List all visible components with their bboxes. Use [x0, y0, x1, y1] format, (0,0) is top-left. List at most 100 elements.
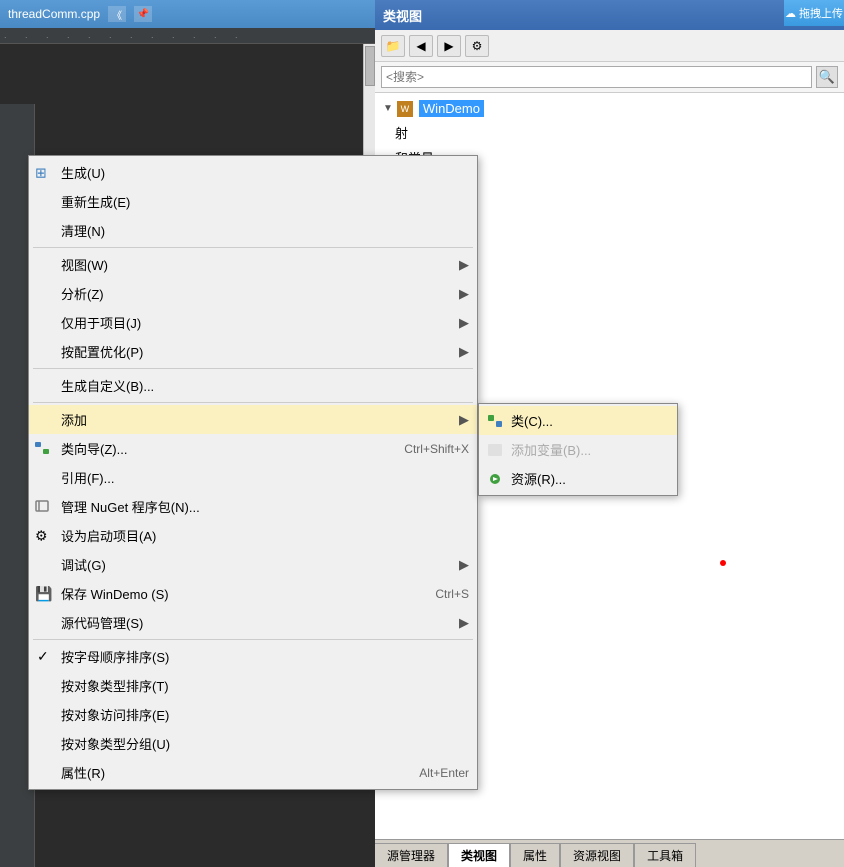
- tab-source-manager[interactable]: 源管理器: [374, 843, 448, 867]
- folder-icon: 📁: [386, 39, 401, 53]
- menu-set-startup-label: 设为启动项目(A): [61, 526, 469, 545]
- submenu-add-variable[interactable]: 添加变量(B)...: [479, 435, 677, 464]
- menu-item-analyze[interactable]: 分析(Z) ▶: [29, 279, 477, 308]
- separator-2: [33, 368, 473, 369]
- menu-item-clean[interactable]: 清理(N): [29, 216, 477, 245]
- tab-properties[interactable]: 属性: [510, 843, 560, 867]
- arrow-icon-add: ▶: [459, 412, 469, 428]
- arrow-icon-source-control: ▶: [459, 615, 469, 631]
- toolbar-settings[interactable]: ⚙: [465, 35, 489, 57]
- gear-icon: ⚙: [472, 39, 483, 53]
- cloud-upload-btn[interactable]: ☁ 拖拽上传: [784, 0, 844, 26]
- tree-item-label-0: 射: [395, 123, 408, 142]
- tab-class-view[interactable]: 类视图: [448, 843, 510, 867]
- tree-root-label[interactable]: WinDemo: [419, 100, 484, 117]
- menu-item-sort-type[interactable]: 按对象类型排序(T): [29, 671, 477, 700]
- menu-properties-shortcut: Alt+Enter: [419, 766, 469, 780]
- arrow-left-icon: ◀: [416, 39, 425, 53]
- submenu-add-resource[interactable]: 资源(R)...: [479, 464, 677, 493]
- menu-sort-type-label: 按对象类型排序(T): [61, 676, 469, 695]
- arrow-icon-project-only: ▶: [459, 315, 469, 331]
- search-bar: 🔍: [375, 62, 844, 93]
- menu-item-class-wizard[interactable]: 类向导(Z)... Ctrl+Shift+X: [29, 434, 477, 463]
- cloud-btn-label: 拖拽上传: [799, 5, 843, 21]
- menu-class-wizard-label: 类向导(Z)...: [61, 439, 384, 458]
- back-btn[interactable]: 📁: [381, 35, 405, 57]
- submenu-add-variable-label: 添加变量(B)...: [511, 440, 591, 459]
- separator-1: [33, 247, 473, 248]
- menu-item-save[interactable]: 💾 保存 WinDemo (S) Ctrl+S: [29, 579, 477, 608]
- menu-item-set-startup[interactable]: ⚙ 设为启动项目(A): [29, 521, 477, 550]
- menu-add-label: 添加: [61, 410, 451, 429]
- tab-resource-view-label: 资源视图: [573, 847, 621, 864]
- menu-item-sort-alpha[interactable]: ✓ 按字母顺序排序(S): [29, 642, 477, 671]
- save-icon: 💾: [35, 585, 52, 602]
- menu-profile-label: 按配置优化(P): [61, 342, 451, 361]
- bottom-tabs: 源管理器 类视图 属性 资源视图 工具箱: [374, 839, 844, 867]
- menu-debug-label: 调试(G): [61, 555, 451, 574]
- menu-source-control-label: 源代码管理(S): [61, 613, 451, 632]
- menu-class-wizard-shortcut: Ctrl+Shift+X: [404, 442, 469, 456]
- menu-item-rebuild[interactable]: 重新生成(E): [29, 187, 477, 216]
- menu-item-sort-access[interactable]: 按对象访问排序(E): [29, 700, 477, 729]
- tab-toolbox-label: 工具箱: [647, 847, 683, 864]
- arrow-icon-profile: ▶: [459, 344, 469, 360]
- menu-sort-alpha-label: 按字母顺序排序(S): [61, 647, 469, 666]
- arrow-icon-analyze: ▶: [459, 286, 469, 302]
- menu-item-nuget[interactable]: 管理 NuGet 程序包(N)...: [29, 492, 477, 521]
- class-wizard-icon: [35, 441, 49, 457]
- tab-resource-view[interactable]: 资源视图: [560, 843, 634, 867]
- editor-back-btn[interactable]: 《: [108, 6, 126, 22]
- menu-item-reference[interactable]: 引用(F)...: [29, 463, 477, 492]
- menu-sort-access-label: 按对象访问排序(E): [61, 705, 469, 724]
- menu-group-type-label: 按对象类型分组(U): [61, 734, 469, 753]
- resource-icon: [485, 471, 505, 487]
- arrow-icon-debug: ▶: [459, 557, 469, 573]
- menu-analyze-label: 分析(Z): [61, 284, 451, 303]
- menu-view-label: 视图(W): [61, 255, 451, 274]
- tree-arrow-icon: ▼: [383, 103, 393, 114]
- editor-title: threadComm.cpp: [8, 7, 100, 21]
- separator-3: [33, 402, 473, 403]
- menu-item-build[interactable]: ⊞ 生成(U): [29, 158, 477, 187]
- submenu-add-resource-label: 资源(R)...: [511, 469, 566, 488]
- red-dot-indicator: [720, 560, 726, 566]
- menu-build-label: 生成(U): [61, 163, 469, 182]
- menu-project-only-label: 仅用于项目(J): [61, 313, 451, 332]
- right-panel-title: 类视图: [383, 6, 422, 25]
- search-button[interactable]: 🔍: [816, 66, 838, 88]
- tree-root-item[interactable]: ▼ W WinDemo: [375, 97, 844, 120]
- menu-item-properties[interactable]: 属性(R) Alt+Enter: [29, 758, 477, 787]
- search-input[interactable]: [381, 66, 812, 88]
- startup-gear-icon: ⚙: [35, 527, 48, 544]
- menu-item-profile-optimize[interactable]: 按配置优化(P) ▶: [29, 337, 477, 366]
- menu-item-debug[interactable]: 调试(G) ▶: [29, 550, 477, 579]
- checkmark-icon: ✓: [37, 648, 49, 665]
- menu-clean-label: 清理(N): [61, 221, 469, 240]
- toolbar-forward[interactable]: ▶: [437, 35, 461, 57]
- toolbar-back[interactable]: ◀: [409, 35, 433, 57]
- submenu-add-class[interactable]: 类(C)...: [479, 406, 677, 435]
- editor-gutter: [0, 44, 6, 867]
- tab-toolbox[interactable]: 工具箱: [634, 843, 696, 867]
- menu-reference-label: 引用(F)...: [61, 468, 469, 487]
- menu-item-group-type[interactable]: 按对象类型分组(U): [29, 729, 477, 758]
- arrow-right-icon: ▶: [444, 39, 453, 53]
- scroll-thumb[interactable]: [365, 46, 375, 86]
- tree-item-0[interactable]: 射: [375, 120, 844, 145]
- context-menu: ⊞ 生成(U) 重新生成(E) 清理(N) 视图(W) ▶ 分析(Z) ▶ 仅用…: [28, 155, 478, 790]
- editor-pin-btn[interactable]: 📌: [134, 6, 152, 22]
- nuget-icon: [35, 499, 49, 515]
- right-panel-toolbar: 📁 ◀ ▶ ⚙: [375, 30, 844, 62]
- menu-save-shortcut: Ctrl+S: [435, 587, 469, 601]
- menu-item-view[interactable]: 视图(W) ▶: [29, 250, 477, 279]
- menu-item-add[interactable]: 添加 ▶ 类(C)... 添加变: [29, 405, 477, 434]
- menu-item-project-only[interactable]: 仅用于项目(J) ▶: [29, 308, 477, 337]
- menu-nuget-label: 管理 NuGet 程序包(N)...: [61, 497, 469, 516]
- menu-item-source-control[interactable]: 源代码管理(S) ▶: [29, 608, 477, 637]
- menu-save-label: 保存 WinDemo (S): [61, 584, 415, 603]
- separator-4: [33, 639, 473, 640]
- menu-item-build-custom[interactable]: 生成自定义(B)...: [29, 371, 477, 400]
- menu-rebuild-label: 重新生成(E): [61, 192, 469, 211]
- variable-icon: [485, 442, 505, 458]
